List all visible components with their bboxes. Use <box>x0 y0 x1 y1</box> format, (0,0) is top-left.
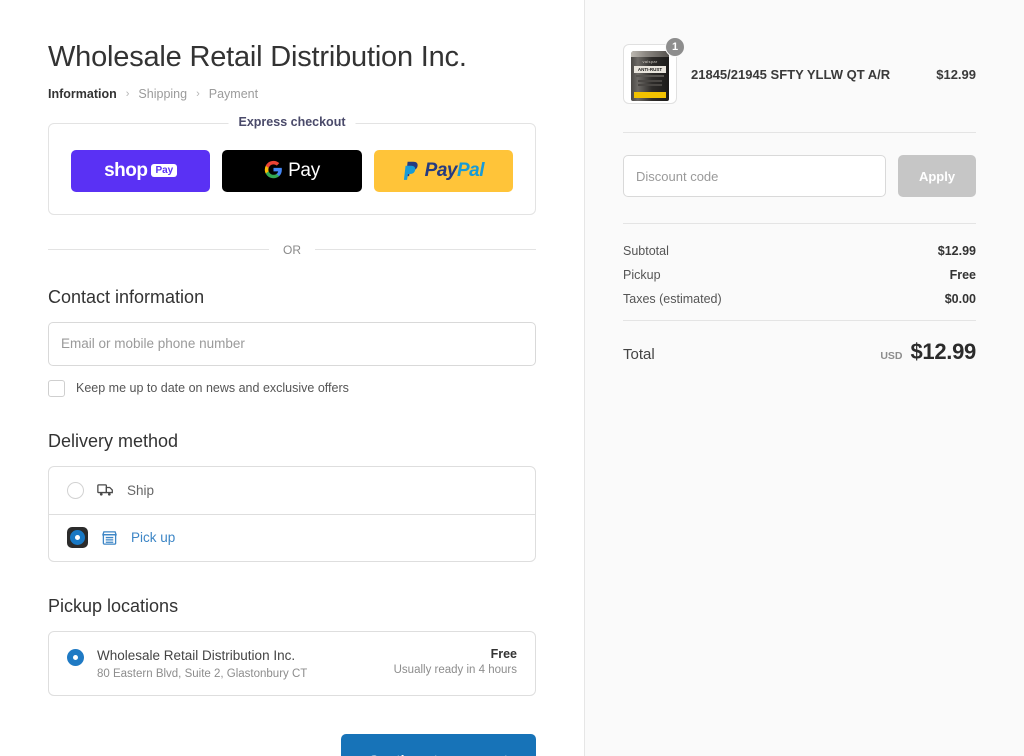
breadcrumb-item-shipping[interactable]: Shipping <box>138 87 187 101</box>
paypal-button[interactable]: PayPal <box>373 149 513 192</box>
newsletter-label: Keep me up to date on news and exclusive… <box>76 381 349 396</box>
divider-line-left <box>48 249 269 251</box>
divider-line-right <box>315 249 536 251</box>
or-divider: OR <box>48 243 536 257</box>
paypal-label-pay: Pay <box>424 159 458 181</box>
grand-total-label: Total <box>623 346 655 363</box>
shop-pay-label: shop <box>104 159 148 181</box>
breadcrumb-item-payment[interactable]: Payment <box>209 87 258 101</box>
subtotal-value: $12.99 <box>937 244 976 258</box>
truck-icon <box>96 481 115 500</box>
pickup-location-option[interactable]: Wholesale Retail Distribution Inc. 80 Ea… <box>48 630 536 697</box>
pickup-locations-title: Pickup locations <box>48 595 179 616</box>
pickup-location-name: Wholesale Retail Distribution Inc. <box>97 647 296 663</box>
delivery-option-pickup[interactable]: Pick up <box>49 513 535 561</box>
pickup-location-address: 80 Eastern Blvd, Suite 2, Glastonbury CT <box>97 668 308 681</box>
delivery-method-title: Delivery method <box>48 430 179 451</box>
page-title: Wholesale Retail Distribution Inc. <box>48 41 467 73</box>
discount-section: Apply <box>623 133 976 223</box>
quantity-badge: 1 <box>665 37 685 57</box>
taxes-value: $0.00 <box>944 292 976 306</box>
subtotal-label: Subtotal <box>623 244 669 258</box>
continue-to-payment-button[interactable]: Continue to payment <box>340 734 536 756</box>
delivery-option-pickup-label: Pick up <box>131 530 176 546</box>
email-field[interactable] <box>48 321 536 366</box>
google-pay-label: Pay <box>288 159 320 181</box>
delivery-method-options: Ship Pick up <box>48 465 536 562</box>
contact-information-title: Contact information <box>48 286 205 307</box>
express-checkout-section: Express checkout shop Pay Pay PayPal <box>48 114 536 215</box>
newsletter-checkbox[interactable] <box>48 379 65 397</box>
total-row-pickup: Pickup Free <box>623 268 976 282</box>
currency-code: USD <box>880 350 903 362</box>
delivery-option-ship-label: Ship <box>127 482 155 498</box>
taxes-label: Taxes (estimated) <box>623 292 722 306</box>
pickup-label: Pickup <box>623 268 661 282</box>
radio-pickup[interactable] <box>67 527 88 549</box>
total-row-subtotal: Subtotal $12.99 <box>623 244 976 258</box>
paypal-label-pal: Pal <box>456 159 485 181</box>
grand-total-row: Total USD $12.99 <box>623 339 976 365</box>
delivery-option-ship[interactable]: Ship <box>49 467 535 514</box>
chevron-right-icon: › <box>125 87 130 100</box>
radio-pickup-location[interactable] <box>67 648 84 666</box>
store-icon <box>100 528 119 547</box>
google-g-icon <box>264 160 283 182</box>
pickup-value: Free <box>949 268 976 282</box>
paypal-p-icon <box>403 161 420 181</box>
apply-discount-button[interactable]: Apply <box>898 155 976 197</box>
or-label: OR <box>283 242 301 257</box>
shop-pay-button[interactable]: shop Pay <box>71 149 211 192</box>
pickup-location-price: Free <box>490 646 517 661</box>
total-row-taxes: Taxes (estimated) $0.00 <box>623 292 976 306</box>
product-thumbnail-wrap: valspar ANTI-RUST 1 <box>623 37 685 104</box>
radio-ship[interactable] <box>67 481 84 499</box>
checkout-main-column: Wholesale Retail Distribution Inc. Infor… <box>0 0 584 756</box>
grand-total-amount: $12.99 <box>910 339 977 364</box>
paint-can-illustration: valspar ANTI-RUST <box>631 51 669 101</box>
breadcrumb: Information › Shipping › Payment <box>48 87 536 101</box>
express-checkout-legend: Express checkout <box>228 114 356 129</box>
order-totals: Subtotal $12.99 Pickup Free Taxes (estim… <box>623 224 976 365</box>
chevron-right-icon: › <box>196 87 200 100</box>
product-name: 21845/21945 SFTY YLLW QT A/R <box>691 66 891 82</box>
pickup-location-ready: Usually ready in 4 hours <box>393 663 517 676</box>
summary-divider-total <box>623 320 976 321</box>
order-summary-panel: valspar ANTI-RUST 1 21845/21945 SFTY YLL… <box>584 0 1024 756</box>
product-price: $12.99 <box>936 66 976 82</box>
discount-code-input[interactable] <box>623 155 886 197</box>
breadcrumb-item-information[interactable]: Information <box>48 87 117 101</box>
shop-pay-chip: Pay <box>151 164 178 178</box>
order-line-item: valspar ANTI-RUST 1 21845/21945 SFTY YLL… <box>623 37 976 132</box>
google-pay-button[interactable]: Pay <box>222 149 362 192</box>
newsletter-checkbox-row[interactable]: Keep me up to date on news and exclusive… <box>48 379 536 397</box>
checkout-page: Wholesale Retail Distribution Inc. Infor… <box>0 0 1024 756</box>
